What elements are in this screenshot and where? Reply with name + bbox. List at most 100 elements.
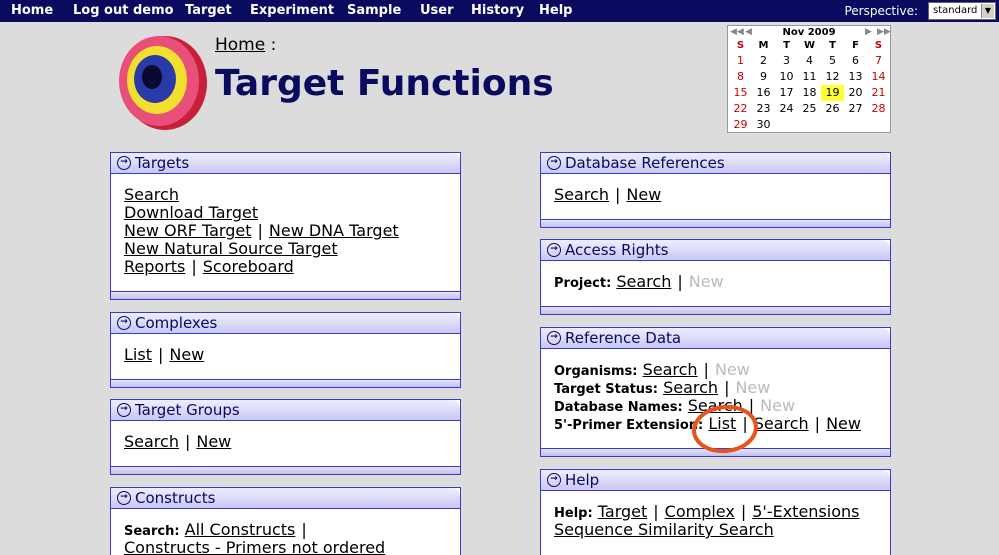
calendar-day[interactable]: 12 (821, 69, 844, 85)
calendar-day[interactable]: 28 (867, 101, 890, 117)
chevron-down-icon[interactable]: ▼ (981, 4, 994, 18)
new-natural-source-target-link[interactable]: New Natural Source Target (124, 239, 338, 258)
prev-year-icon[interactable]: ◀◀ (730, 26, 744, 39)
all-constructs-link[interactable]: All Constructs (185, 520, 296, 539)
target-status-label: Target Status: (554, 382, 658, 397)
nav-user[interactable]: User (420, 3, 454, 18)
separator: | (301, 520, 307, 539)
breadcrumb-separator: : (270, 35, 277, 55)
calendar-day[interactable]: 5 (821, 53, 844, 69)
target-status-search-link[interactable]: Search (663, 378, 718, 397)
download-target-link[interactable]: Download Target (124, 203, 258, 222)
calendar-day[interactable]: 23 (752, 101, 775, 117)
nav-experiment[interactable]: Experiment (250, 3, 334, 18)
complexes-panel-header: → Complexes (111, 313, 460, 334)
calendar-day[interactable]: 17 (775, 85, 798, 101)
calendar-day[interactable]: 3 (775, 53, 798, 69)
database-references-search-link[interactable]: Search (554, 185, 609, 204)
database-references-new-link[interactable]: New (626, 185, 661, 204)
nav-target[interactable]: Target (185, 3, 232, 18)
calendar-day[interactable]: 10 (775, 69, 798, 85)
new-orf-target-link[interactable]: New ORF Target (124, 221, 251, 240)
separator: | (653, 502, 659, 521)
calendar-day[interactable]: 24 (775, 101, 798, 117)
calendar-day[interactable]: 7 (867, 53, 890, 69)
nav-history[interactable]: History (471, 3, 524, 18)
panel-footer (541, 448, 890, 456)
project-new-disabled: New (688, 272, 724, 291)
panel-title: Targets (135, 154, 190, 172)
calendar-day[interactable]: 30 (752, 117, 775, 133)
new-dna-target-link[interactable]: New DNA Target (269, 221, 399, 240)
target-groups-panel: → Target Groups Search | New (110, 399, 461, 475)
nav-home[interactable]: Home (11, 3, 53, 18)
arrow-circle-icon: → (547, 331, 561, 345)
perspective-select[interactable]: standard ▼ (928, 2, 996, 20)
calendar-day[interactable]: 27 (844, 101, 867, 117)
calendar-day[interactable]: 22 (729, 101, 752, 117)
top-nav-bar: Home Log out demo Target Experiment Samp… (0, 0, 999, 22)
calendar-month: Nov 2009 (782, 27, 836, 38)
calendar-day[interactable]: 4 (798, 53, 821, 69)
nav-help[interactable]: Help (539, 3, 572, 18)
calendar-day[interactable]: 15 (729, 85, 752, 101)
separator: | (724, 378, 730, 397)
calendar-dow: W (803, 40, 816, 51)
separator: | (257, 221, 263, 240)
nav-sample[interactable]: Sample (347, 3, 401, 18)
calendar-day[interactable]: 8 (729, 69, 752, 85)
target-groups-search-link[interactable]: Search (124, 432, 179, 451)
panel-title: Constructs (135, 489, 216, 507)
calendar-day[interactable]: 29 (729, 117, 752, 133)
panel-footer (541, 306, 890, 314)
target-groups-new-link[interactable]: New (196, 432, 231, 451)
targets-search-link[interactable]: Search (124, 185, 179, 204)
calendar-day[interactable]: 21 (867, 85, 890, 101)
prev-month-icon[interactable]: ◀ (745, 26, 752, 39)
panel-footer (111, 379, 460, 387)
breadcrumb: Home : (215, 35, 276, 55)
project-search-link[interactable]: Search (616, 272, 671, 291)
primer-extension-list-link[interactable]: List (708, 414, 736, 433)
primer-extension-search-link[interactable]: Search (754, 414, 809, 433)
constructs-primers-not-ordered-link[interactable]: Constructs - Primers not ordered (124, 538, 385, 555)
calendar-day[interactable]: 16 (752, 85, 775, 101)
organisms-search-link[interactable]: Search (643, 360, 698, 379)
breadcrumb-home-link[interactable]: Home (215, 35, 265, 55)
panel-footer (111, 466, 460, 474)
database-names-new-disabled: New (760, 396, 796, 415)
help-complex-link[interactable]: Complex (665, 502, 735, 521)
calendar-day[interactable]: 1 (729, 53, 752, 69)
calendar-dow: S (874, 40, 883, 51)
calendar-day[interactable]: 18 (798, 85, 821, 101)
calendar-day[interactable]: 13 (844, 69, 867, 85)
scoreboard-link[interactable]: Scoreboard (203, 257, 294, 276)
help-target-link[interactable]: Target (598, 502, 648, 521)
reference-data-panel-header: → Reference Data (541, 328, 890, 349)
calendar-day[interactable]: 6 (844, 53, 867, 69)
calendar-day[interactable]: 2 (752, 53, 775, 69)
calendar-day[interactable]: 14 (867, 69, 890, 85)
help-extensions-link[interactable]: 5'-Extensions (752, 502, 859, 521)
calendar-day[interactable]: 26 (821, 101, 844, 117)
calendar-day[interactable]: 20 (844, 85, 867, 101)
reference-data-panel: → Reference Data Organisms: Search | New T… (540, 327, 891, 457)
complexes-list-link[interactable]: List (124, 345, 152, 364)
calendar-day-today[interactable]: 19 (821, 85, 844, 101)
primer-extension-new-link[interactable]: New (826, 414, 861, 433)
next-year-icon[interactable]: ▶▶ (877, 26, 891, 39)
calendar-day[interactable]: 9 (752, 69, 775, 85)
complexes-new-link[interactable]: New (169, 345, 204, 364)
target-groups-panel-header: → Target Groups (111, 400, 460, 421)
complexes-panel: → Complexes List | New (110, 312, 461, 388)
calendar-day[interactable]: 11 (798, 69, 821, 85)
next-month-icon[interactable]: ▶ (865, 26, 872, 39)
nav-log-out[interactable]: Log out demo (73, 3, 174, 18)
panel-footer (111, 291, 460, 299)
calendar-dow: T (783, 40, 790, 51)
targets-panel-header: → Targets (111, 153, 460, 174)
calendar-day[interactable]: 25 (798, 101, 821, 117)
database-names-search-link[interactable]: Search (688, 396, 743, 415)
sequence-similarity-search-link[interactable]: Sequence Similarity Search (554, 520, 774, 539)
reports-link[interactable]: Reports (124, 257, 185, 276)
